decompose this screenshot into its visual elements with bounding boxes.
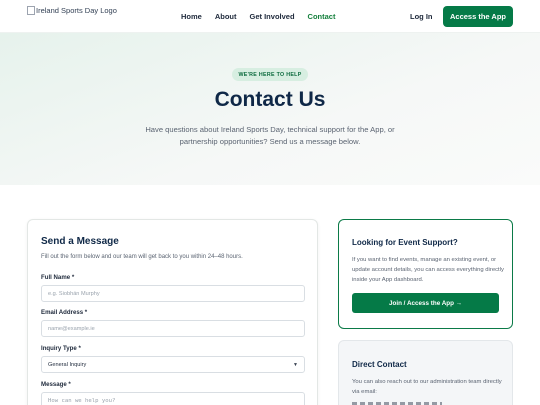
site-header: Ireland Sports Day Logo Home About Get I…	[0, 0, 540, 33]
form-title: Send a Message	[41, 236, 119, 247]
full-name-placeholder: e.g. Siobhán Murphy	[48, 290, 100, 297]
support-title: Looking for Event Support?	[352, 238, 458, 247]
support-text: If you want to find events, manage an ex…	[352, 257, 504, 283]
direct-contact-text: You can also reach out to our administra…	[352, 379, 502, 395]
form-description: Fill out the form below and our team wil…	[41, 254, 243, 260]
hero-section: WE'RE HERE TO HELP Contact Us Have quest…	[0, 33, 540, 185]
email-label: Email Address *	[41, 309, 88, 316]
email-placeholder: name@example.ie	[48, 325, 95, 332]
event-support-card: Looking for Event Support? If you want t…	[338, 219, 513, 329]
chevron-down-icon: ▼	[293, 361, 298, 368]
nav-contact[interactable]: Contact	[308, 12, 336, 21]
page-title: Contact Us	[214, 88, 326, 111]
contact-form-card: Send a Message Fill out the form below a…	[27, 219, 318, 405]
inquiry-type-label: Inquiry Type *	[41, 345, 81, 352]
broken-image-icon	[27, 6, 35, 15]
inquiry-type-select[interactable]: General Inquiry ▼	[41, 356, 305, 373]
message-label: Message *	[41, 381, 71, 388]
hero-badge: WE'RE HERE TO HELP	[232, 68, 308, 81]
nav-home[interactable]: Home	[181, 12, 202, 21]
message-placeholder: How can we help you?	[48, 398, 116, 404]
join-access-app-button[interactable]: Join / Access the App →	[352, 293, 499, 313]
nav-about[interactable]: About	[215, 12, 237, 21]
login-link[interactable]: Log In	[410, 12, 433, 21]
logo-alt-text: Ireland Sports Day Logo	[36, 6, 117, 15]
access-app-button[interactable]: Access the App	[443, 6, 513, 27]
full-name-input[interactable]: e.g. Siobhán Murphy	[41, 285, 305, 302]
main-nav: Home About Get Involved Contact	[181, 12, 348, 21]
hero-subtitle: Have questions about Ireland Sports Day,…	[145, 125, 395, 146]
nav-get-involved[interactable]: Get Involved	[250, 12, 295, 21]
full-name-label: Full Name *	[41, 274, 75, 281]
direct-contact-card: Direct Contact You can also reach out to…	[338, 340, 513, 405]
email-input[interactable]: name@example.ie	[41, 320, 305, 337]
site-logo[interactable]: Ireland Sports Day Logo	[27, 6, 122, 16]
message-textarea[interactable]: How can we help you?	[41, 392, 305, 405]
inquiry-type-value: General Inquiry	[48, 361, 87, 368]
direct-contact-title: Direct Contact	[352, 360, 407, 369]
